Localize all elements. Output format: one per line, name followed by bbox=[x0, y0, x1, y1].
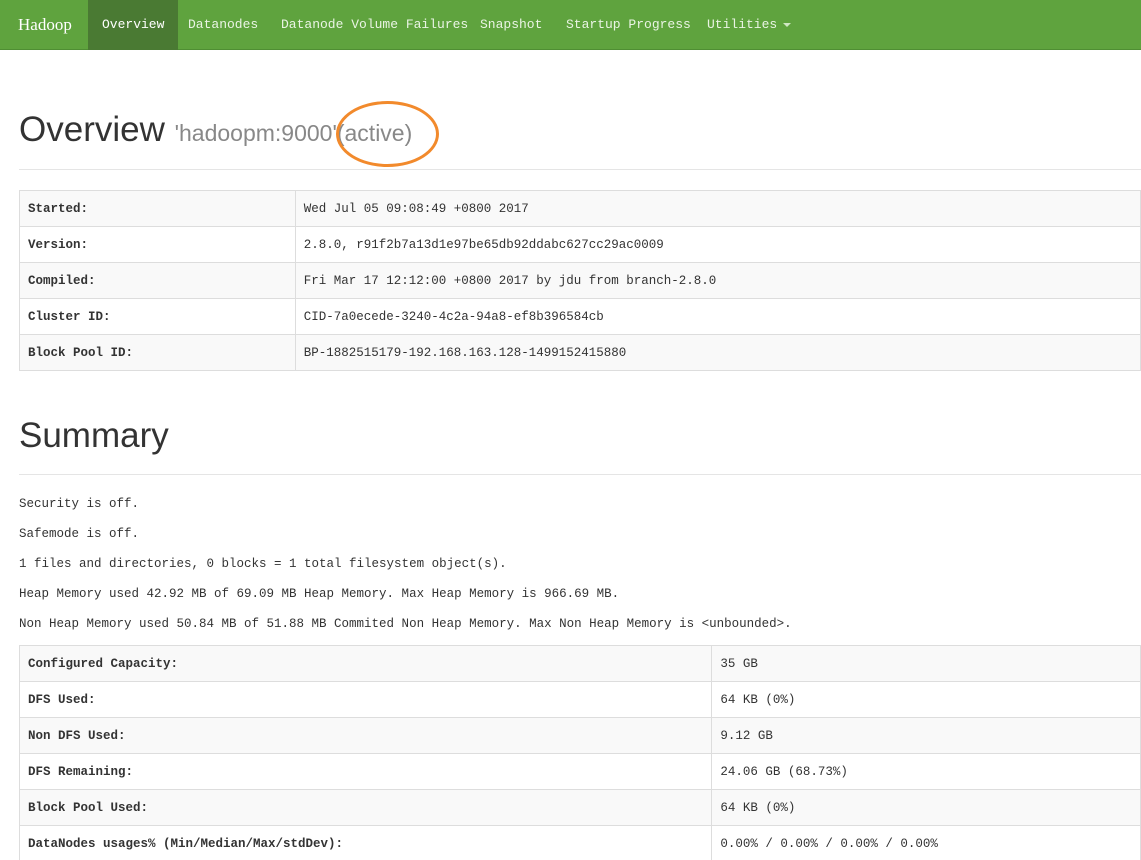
row-key: Block Pool Used: bbox=[18, 789, 713, 826]
row-value: Fri Mar 17 12:12:00 +0800 2017 by jdu fr… bbox=[294, 262, 1141, 299]
table-row: DFS Used: 64 KB (0%) bbox=[18, 681, 1141, 718]
row-key: Block Pool ID: bbox=[19, 334, 296, 371]
divider bbox=[19, 169, 1141, 170]
summary-non-heap-memory-line: Non Heap Memory used 50.84 MB of 51.88 M… bbox=[19, 617, 792, 631]
row-key: Compiled: bbox=[19, 262, 296, 299]
nav-tab-overview[interactable]: Overview bbox=[88, 0, 179, 50]
page-title: Overview 'hadoopm:9000'(active) bbox=[19, 110, 412, 150]
row-value: BP-1882515179-192.168.163.128-1499152415… bbox=[294, 334, 1141, 371]
row-key: Cluster ID: bbox=[19, 298, 296, 335]
top-navbar: Hadoop Overview Datanodes Datanode Volum… bbox=[0, 0, 1141, 50]
summary-security-line: Security is off. bbox=[19, 497, 140, 511]
table-row: Started: Wed Jul 05 09:08:49 +0800 2017 bbox=[19, 190, 1141, 227]
row-value: 64 KB (0%) bbox=[711, 789, 1141, 826]
nav-tab-datanode-volume-failures[interactable]: Datanode Volume Failures bbox=[281, 0, 468, 50]
row-key: DFS Remaining: bbox=[18, 753, 713, 790]
summary-safemode-line: Safemode is off. bbox=[19, 527, 140, 541]
row-value: 2.8.0, r91f2b7a13d1e97be65db92ddabc627cc… bbox=[294, 226, 1141, 263]
nav-dropdown-utilities[interactable]: Utilities bbox=[707, 0, 792, 50]
row-value: Wed Jul 05 09:08:49 +0800 2017 bbox=[294, 190, 1141, 227]
summary-heap-memory-line: Heap Memory used 42.92 MB of 69.09 MB He… bbox=[19, 587, 620, 601]
nav-tab-startup-progress[interactable]: Startup Progress bbox=[566, 0, 691, 50]
table-row: Version: 2.8.0, r91f2b7a13d1e97be65db92d… bbox=[19, 226, 1141, 263]
row-value: 24.06 GB (68.73%) bbox=[711, 753, 1141, 790]
summary-title: Summary bbox=[19, 416, 169, 455]
brand-logo[interactable]: Hadoop bbox=[18, 0, 72, 50]
table-row: DFS Remaining: 24.06 GB (68.73%) bbox=[18, 753, 1141, 790]
nav-utilities-label: Utilities bbox=[707, 17, 778, 32]
row-key: Configured Capacity: bbox=[18, 645, 713, 682]
table-row: DataNodes usages% (Min/Median/Max/stdDev… bbox=[18, 825, 1141, 860]
row-value: 64 KB (0%) bbox=[711, 681, 1141, 718]
row-key: Non DFS Used: bbox=[18, 717, 713, 754]
table-row: Cluster ID: CID-7a0ecede-3240-4c2a-94a8-… bbox=[19, 298, 1141, 335]
summary-capacity-table: Configured Capacity: 35 GB DFS Used: 64 … bbox=[18, 645, 1141, 860]
row-key: Started: bbox=[19, 190, 296, 227]
row-key: Version: bbox=[19, 226, 296, 263]
row-value: 0.00% / 0.00% / 0.00% / 0.00% bbox=[711, 825, 1141, 860]
namenode-host: 'hadoopm:9000' bbox=[174, 120, 337, 146]
row-value: 35 GB bbox=[711, 645, 1141, 682]
table-row: Configured Capacity: 35 GB bbox=[18, 645, 1141, 682]
row-key: DataNodes usages% (Min/Median/Max/stdDev… bbox=[18, 825, 713, 860]
overview-info-table: Started: Wed Jul 05 09:08:49 +0800 2017 … bbox=[19, 190, 1141, 371]
chevron-down-icon bbox=[783, 22, 792, 27]
row-value: CID-7a0ecede-3240-4c2a-94a8-ef8b396584cb bbox=[294, 298, 1141, 335]
namenode-state: (active) bbox=[336, 120, 413, 146]
divider bbox=[19, 474, 1141, 475]
table-row: Compiled: Fri Mar 17 12:12:00 +0800 2017… bbox=[19, 262, 1141, 299]
row-value: 9.12 GB bbox=[711, 717, 1141, 754]
table-row: Block Pool Used: 64 KB (0%) bbox=[18, 789, 1141, 826]
table-row: Non DFS Used: 9.12 GB bbox=[18, 717, 1141, 754]
summary-filesystem-objects-line: 1 files and directories, 0 blocks = 1 to… bbox=[19, 557, 507, 571]
nav-tab-snapshot[interactable]: Snapshot bbox=[480, 0, 542, 50]
table-row: Block Pool ID: BP-1882515179-192.168.163… bbox=[19, 334, 1141, 371]
overview-title: Overview bbox=[19, 110, 165, 149]
row-key: DFS Used: bbox=[18, 681, 713, 718]
nav-tab-datanodes[interactable]: Datanodes bbox=[188, 0, 258, 50]
